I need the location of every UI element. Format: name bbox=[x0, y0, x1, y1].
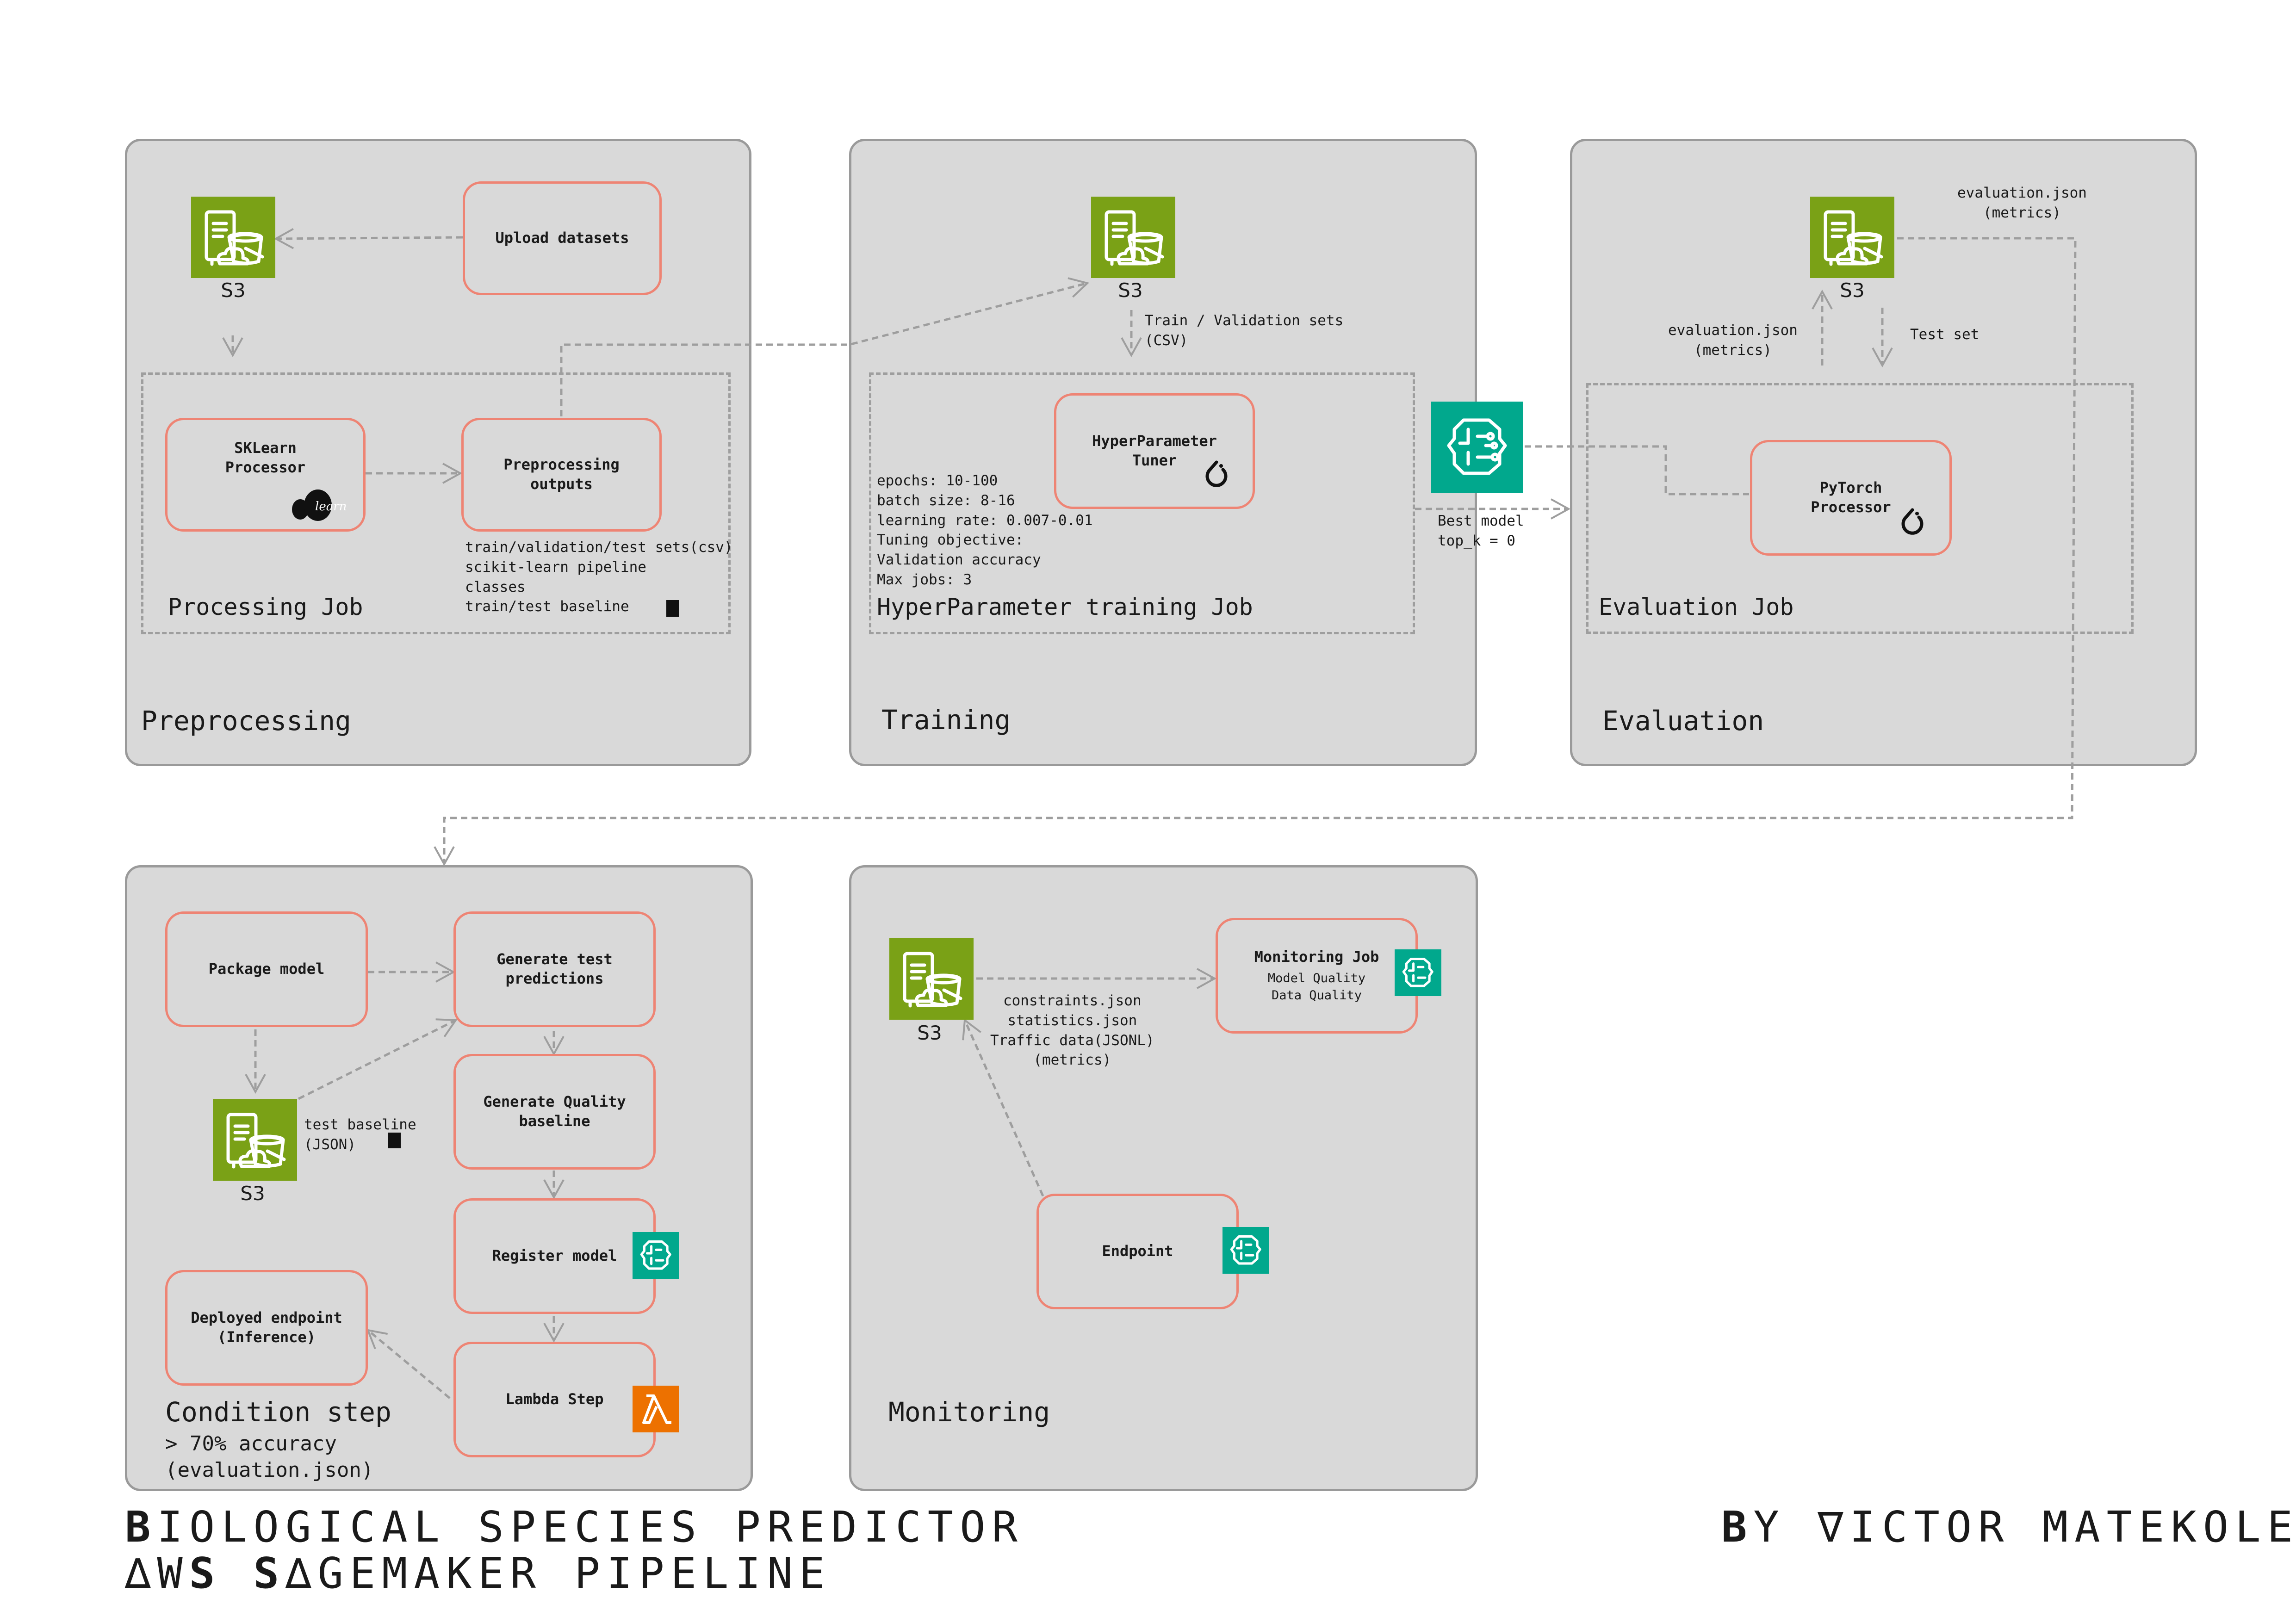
s3-bucket-icon bbox=[889, 938, 974, 1020]
condition-subtitle: > 70% accuracy (evaluation.json) bbox=[165, 1432, 374, 1482]
step-package-model[interactable]: Package model bbox=[165, 911, 368, 1027]
step-generate-test-predictions[interactable]: Generate test predictions bbox=[453, 911, 656, 1027]
hyperparameter-settings: epochs: 10-100 batch size: 8-16 learning… bbox=[877, 472, 1093, 588]
condition-panel-title: Condition step bbox=[165, 1396, 391, 1428]
sagemaker-brain-icon bbox=[633, 1232, 679, 1279]
footer-title-line-2: ∆WS S∆GEMAKER PIPELINE bbox=[125, 1549, 832, 1598]
s3-label: S3 bbox=[240, 1182, 265, 1205]
s3-label: S3 bbox=[917, 1022, 942, 1044]
step-label: Generate test predictions bbox=[496, 950, 613, 987]
step-monitoring-job[interactable]: Monitoring Job Model Quality Data Qualit… bbox=[1216, 918, 1418, 1034]
s3-label: S3 bbox=[221, 279, 246, 302]
step-sklearn-processor[interactable]: SKLearn Processor learn bbox=[165, 418, 366, 532]
lambda-icon bbox=[633, 1386, 679, 1432]
sagemaker-brain-icon bbox=[1431, 402, 1523, 493]
evaluation-metrics-up-label: evaluation.json (metrics) bbox=[1668, 322, 1798, 359]
step-endpoint[interactable]: Endpoint bbox=[1036, 1194, 1239, 1309]
step-label: PyTorch Processor bbox=[1811, 479, 1891, 516]
monitoring-panel-title: Monitoring bbox=[888, 1396, 1050, 1428]
s3-bucket-icon bbox=[191, 197, 275, 278]
s3-bucket-icon bbox=[1810, 197, 1894, 278]
pytorch-flame-icon bbox=[1205, 460, 1228, 487]
step-lambda[interactable]: Lambda Step bbox=[453, 1342, 656, 1457]
document-icon bbox=[666, 600, 679, 617]
best-model-label: Best model top_k = 0 bbox=[1438, 513, 1524, 549]
step-label: Preprocessing outputs bbox=[503, 456, 620, 493]
sagemaker-brain-icon bbox=[1222, 1227, 1269, 1274]
step-label: SKLearn Processor bbox=[225, 439, 306, 476]
monitoring-job-sub: Model Quality Data Quality bbox=[1267, 971, 1366, 1003]
hpo-job-title: HyperParameter training Job bbox=[877, 594, 1253, 620]
step-upload-datasets[interactable]: Upload datasets bbox=[463, 181, 662, 295]
step-label: Generate Quality baseline bbox=[483, 1093, 626, 1130]
sagemaker-brain-icon bbox=[1395, 949, 1441, 996]
document-icon bbox=[388, 1133, 401, 1148]
step-preprocessing-outputs[interactable]: Preprocessing outputs bbox=[461, 418, 662, 532]
train-validation-sets-label: Train / Validation sets (CSV) bbox=[1145, 312, 1344, 349]
step-deployed-endpoint[interactable]: Deployed endpoint (Inference) bbox=[165, 1270, 368, 1386]
training-panel-title: Training bbox=[881, 704, 1011, 736]
preprocessing-panel-title: Preprocessing bbox=[141, 705, 351, 737]
pytorch-flame-icon bbox=[1901, 508, 1924, 535]
s3-label: S3 bbox=[1118, 279, 1143, 302]
step-label: HyperParameter Tuner bbox=[1092, 432, 1217, 469]
step-register-model[interactable]: Register model bbox=[453, 1198, 656, 1314]
step-label: Deployed endpoint (Inference) bbox=[191, 1309, 342, 1346]
scikit-learn-logo: learn bbox=[291, 489, 347, 521]
step-label: Upload datasets bbox=[495, 229, 629, 247]
step-label: Monitoring Job bbox=[1254, 948, 1379, 966]
processing-job-title: Processing Job bbox=[168, 594, 363, 620]
footer-title-line-1: BIOLOGICAL SPECIES PREDICTOR bbox=[125, 1502, 1024, 1552]
footer-author: BY ∇ICTOR MATEKOLE bbox=[1721, 1502, 2296, 1552]
s3-label: S3 bbox=[1840, 279, 1865, 302]
step-label: Lambda Step bbox=[505, 1390, 604, 1408]
monitoring-data-label: constraints.json statistics.json Traffic… bbox=[990, 992, 1154, 1069]
step-generate-quality-baseline[interactable]: Generate Quality baseline bbox=[453, 1054, 656, 1170]
s3-bucket-icon bbox=[1091, 197, 1175, 278]
step-label: Endpoint bbox=[1102, 1242, 1173, 1260]
s3-bucket-icon bbox=[213, 1099, 297, 1181]
test-set-label: Test set bbox=[1910, 326, 1980, 343]
evaluation-panel-title: Evaluation bbox=[1602, 705, 1764, 737]
step-pytorch-processor[interactable]: PyTorch Processor bbox=[1750, 440, 1952, 556]
step-label: Register model bbox=[492, 1247, 617, 1265]
evaluation-metrics-out-label: evaluation.json (metrics) bbox=[1957, 185, 2087, 221]
preprocessing-outputs-list: train/validation/test sets(csv) scikit-l… bbox=[465, 539, 733, 615]
evaluation-job-title: Evaluation Job bbox=[1599, 594, 1794, 620]
step-label: Package model bbox=[208, 960, 325, 978]
